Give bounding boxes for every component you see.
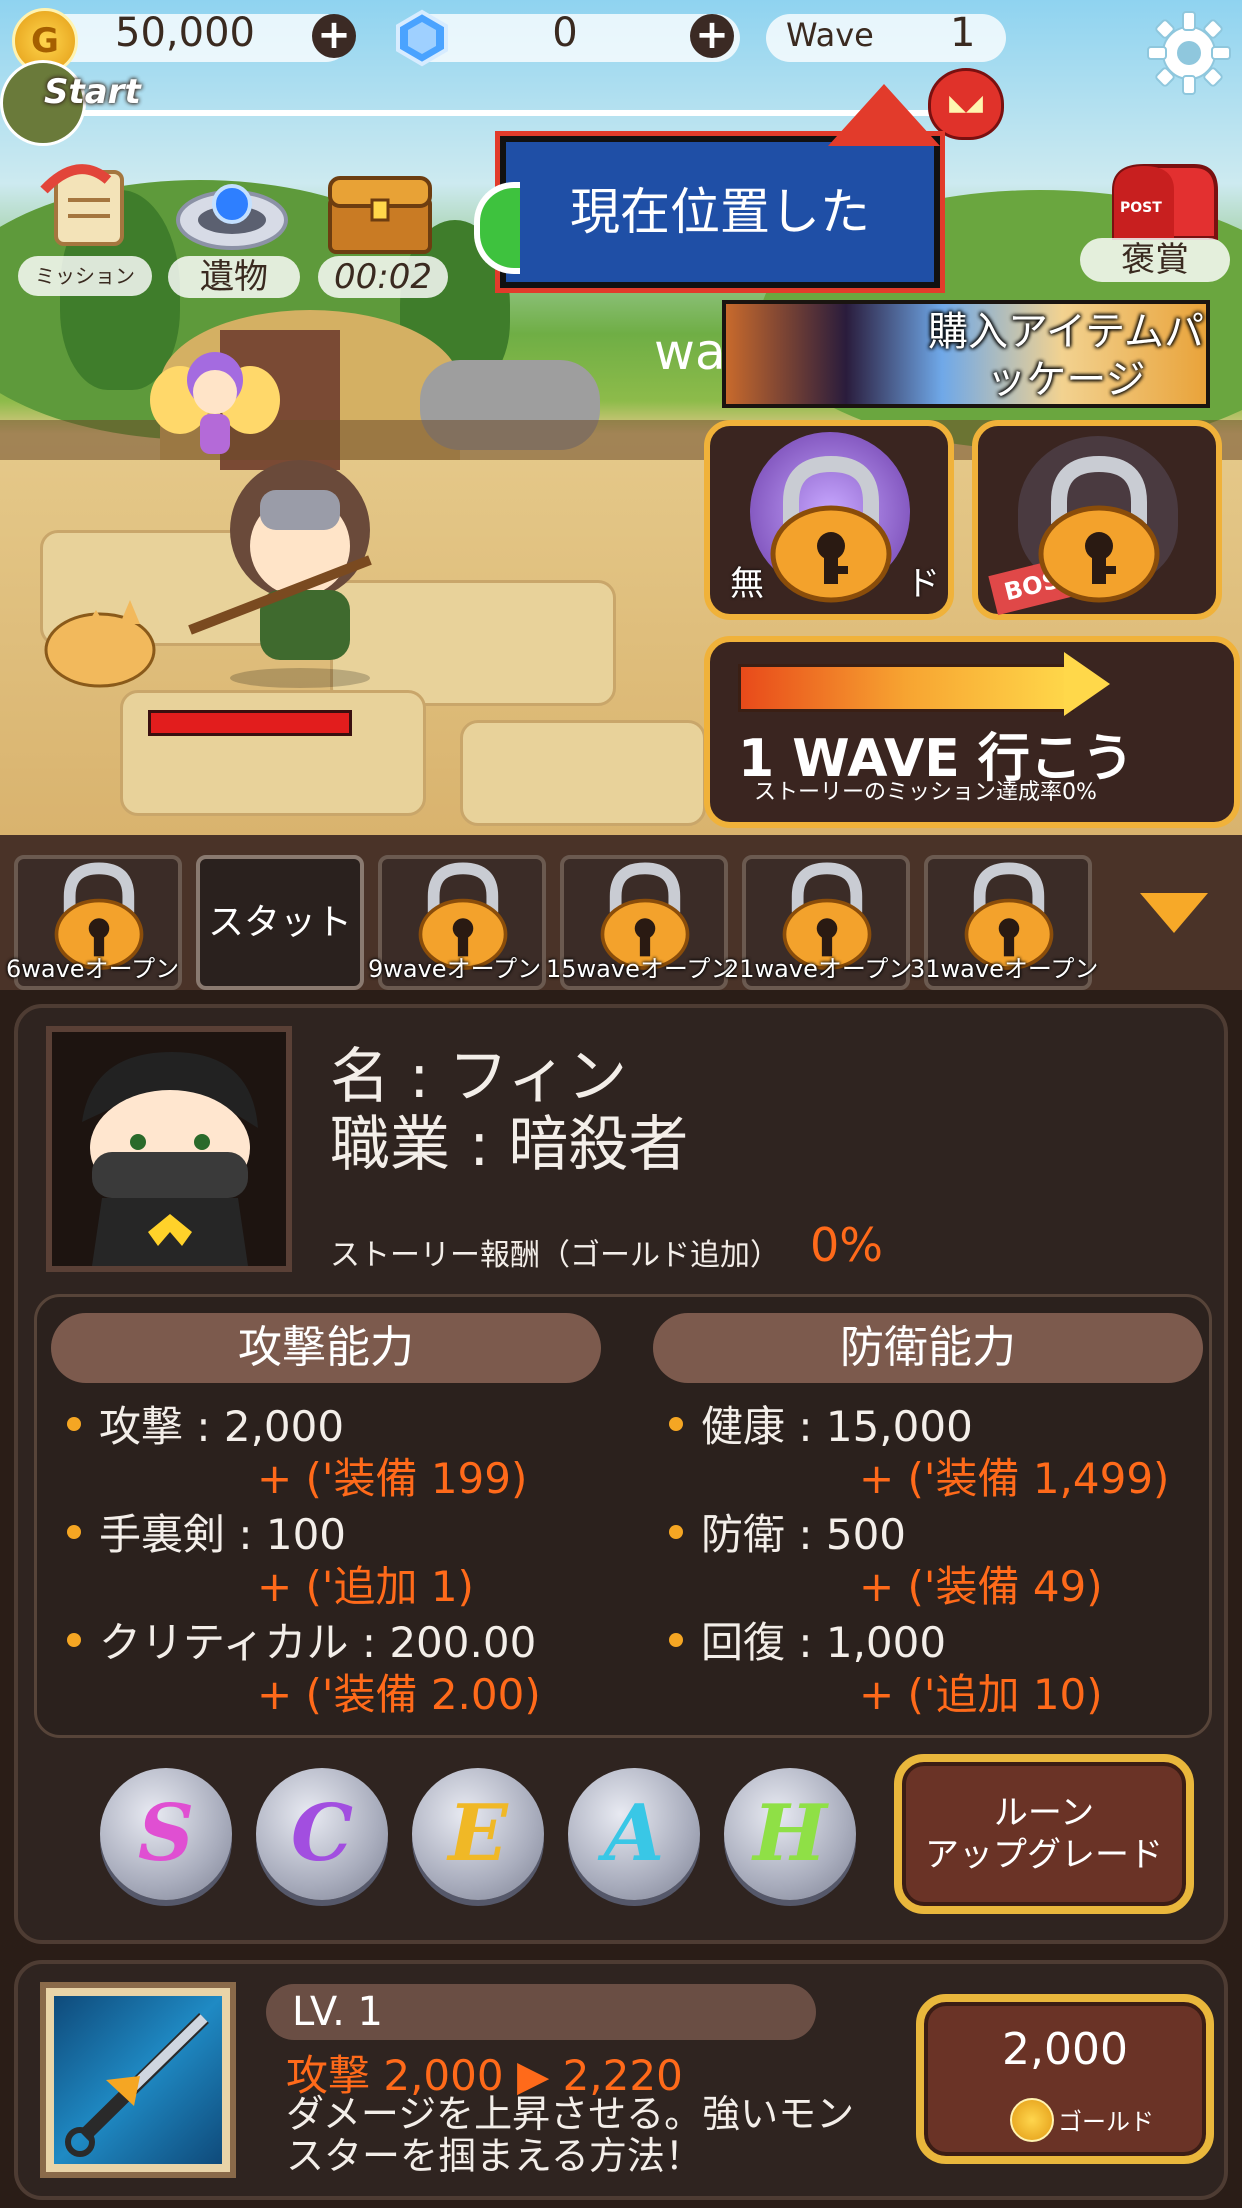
reward-label: 褒賞 <box>1080 238 1230 282</box>
add-gem-button[interactable]: + <box>690 14 734 58</box>
character-name: 名 : フィン <box>330 1042 628 1112</box>
stat-sub-panel: 攻撃能力 防衛能力 攻撃 : 2,000 + ('装備 199) 手裏剣 : 100… <box>34 1294 1212 1738</box>
skill-upgrade-panel: LV. 1 攻撃 2,000 ▶ 2,220 ダメージを上昇させる。強いモン ス… <box>14 1960 1228 2200</box>
package-banner[interactable]: 購入アイテムパッケージ <box>722 300 1210 408</box>
gold-amount: 50,000 <box>115 10 255 56</box>
tab-unlock-caption: 9waveオープン <box>368 955 542 983</box>
infinite-mode-label-tail: ド <box>906 564 940 604</box>
character-job: 職業 : 暗殺者 <box>330 1110 689 1180</box>
rune-e-icon[interactable]: E <box>412 1768 544 1900</box>
padlock-icon <box>1024 454 1174 608</box>
defense-stat-bonus-1: + ('装備 49) <box>859 1562 1103 1611</box>
rune-c-icon[interactable]: C <box>256 1768 388 1900</box>
boss-mode-button[interactable]: BOS <box>972 420 1222 620</box>
chest-timer: 00:02 <box>318 256 448 298</box>
defense-stat-bonus-0: + ('装備 1,499) <box>859 1454 1170 1503</box>
defense-header: 防衛能力 <box>653 1313 1203 1383</box>
relic-label: 遺物 <box>168 256 300 298</box>
wave-number: 1 <box>950 10 976 56</box>
wave-progress-track <box>60 110 940 116</box>
attack-stat-bonus-1: + ('追加 1) <box>257 1562 474 1611</box>
rune-h-icon[interactable]: H <box>724 1768 856 1900</box>
tab-unlock-caption: 31waveオープン <box>910 955 1099 983</box>
infinite-mode-button[interactable]: 無 ド <box>704 420 954 620</box>
attack-stat-bonus-0: + ('装備 199) <box>257 1454 528 1503</box>
hero-ranger-character <box>170 450 410 690</box>
go-arrow-head <box>1064 652 1110 716</box>
relic-ring-icon[interactable] <box>172 170 292 256</box>
rune-a-icon[interactable]: A <box>568 1768 700 1900</box>
settings-gear-icon[interactable] <box>1146 10 1232 96</box>
character-portrait <box>46 1026 292 1272</box>
bullet-dot <box>669 1525 683 1539</box>
bullet-dot <box>669 1633 683 1647</box>
upgrade-price: 2,000 <box>1002 2024 1128 2075</box>
start-label: Start <box>44 72 141 112</box>
gold-coin-icon <box>1010 2098 1054 2142</box>
price-unit: ゴールド <box>1058 2108 1154 2136</box>
hero-health-bar <box>148 710 352 736</box>
skill-icon-frame <box>40 1982 236 2178</box>
defense-stat-bonus-2: + ('追加 10) <box>859 1670 1103 1719</box>
rune-s-icon[interactable]: S <box>100 1768 232 1900</box>
tab-unlock-caption: 6waveオープン <box>6 955 180 983</box>
path-stone <box>460 720 706 826</box>
story-bonus-label: ストーリー報酬（ゴールド追加） <box>330 1238 780 1273</box>
attack-header: 攻撃能力 <box>51 1313 601 1383</box>
rune-upgrade-label: ルーン アップグレード <box>925 1793 1163 1875</box>
go-wave-button[interactable]: 1 WAVE 行こう ストーリーのミッション達成率0% <box>704 636 1240 828</box>
package-label: 購入アイテムパッケージ <box>928 309 1204 403</box>
reward-mailbox-icon[interactable]: POST <box>1104 160 1224 240</box>
bullet-dot <box>67 1417 81 1431</box>
mission-label: ミッション <box>18 256 152 296</box>
bullet-dot <box>67 1633 81 1647</box>
treasure-chest-icon[interactable] <box>324 170 436 256</box>
tab-unlock-caption: 21waveオープン <box>724 955 913 983</box>
skill-desc-line2: スターを掴まえる方法！ <box>286 2134 703 2178</box>
tooltip-arrow <box>828 84 940 146</box>
story-bonus-value: 0% <box>810 1218 883 1272</box>
skill-desc-line1: ダメージを上昇させる。強いモン <box>286 2092 855 2136</box>
expand-tabs-chevron-down-icon[interactable] <box>1140 893 1208 933</box>
add-gold-button[interactable]: + <box>312 14 356 58</box>
post-text: POST <box>1120 200 1162 216</box>
attack-stat-bonus-2: + ('装備 2.00) <box>257 1670 541 1719</box>
tab-bar: 6waveオープン スタット 9waveオープン 15waveオープン 21waveオー… <box>0 835 1242 990</box>
tab-unlock-caption: 15waveオープン <box>546 955 735 983</box>
go-arrow-icon <box>738 664 1074 712</box>
path-stone <box>120 690 426 816</box>
mission-scroll-icon[interactable] <box>38 160 138 256</box>
wave-label: Wave <box>786 16 874 54</box>
gem-icon <box>392 8 452 68</box>
skill-level: LV. 1 <box>292 1989 383 2035</box>
level-bar: LV. 1 <box>266 1984 816 2040</box>
fairy-companion <box>150 340 280 460</box>
rune-upgrade-button[interactable]: ルーン アップグレード <box>894 1754 1194 1914</box>
current-wave-tooltip: 現在位置したwave <box>495 131 945 381</box>
buy-upgrade-button[interactable]: 2,000 ゴールド <box>916 1994 1214 2164</box>
go-wave-subtitle: ストーリーのミッション達成率0% <box>754 780 1097 805</box>
bullet-dot <box>67 1525 81 1539</box>
bullet-dot <box>669 1417 683 1431</box>
tab-label: スタット <box>207 902 352 943</box>
pet-cat-companion <box>40 590 160 690</box>
kunai-icon <box>54 1996 222 2164</box>
game-scene: G 50,000 + 0 + Wave 1 Start ◣◢ ミッション 遺物 … <box>0 0 1242 835</box>
tab-1[interactable]: スタット <box>196 855 364 990</box>
character-stat-panel: 名 : フィン 職業 : 暗殺者 ストーリー報酬（ゴールド追加） 0% 攻撃能力… <box>14 1004 1228 1944</box>
padlock-icon <box>756 454 906 608</box>
gem-amount: 0 <box>552 10 578 56</box>
